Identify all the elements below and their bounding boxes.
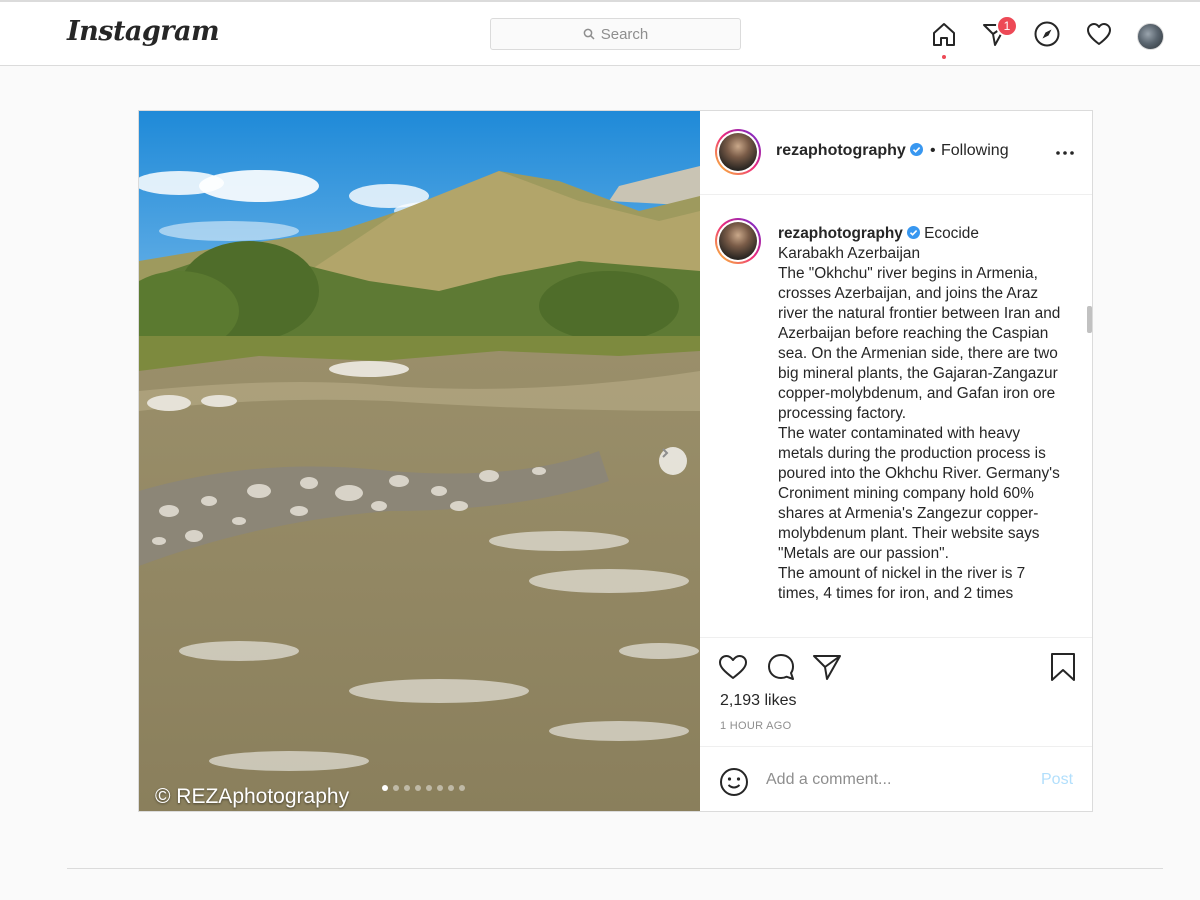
post-card: © REZAphotography rezaphotography • Foll… [138, 110, 1093, 812]
activity-heart-icon[interactable] [1085, 20, 1113, 48]
likes-count[interactable]: 2,193 likes [720, 692, 797, 710]
caption-text-block: rezaphotography Ecocide Karabakh Azerbai… [778, 224, 1068, 604]
caption-text: Ecocide Karabakh Azerbaijan The "Okhchu"… [778, 225, 1061, 602]
search-input[interactable]: Search [490, 18, 741, 50]
river-landscape-image [139, 111, 700, 811]
search-icon [583, 28, 595, 40]
like-heart-icon[interactable] [718, 652, 748, 682]
carousel-next-button[interactable] [659, 447, 687, 475]
carousel-dot [459, 785, 465, 791]
post-details-panel: rezaphotography • Following rezaphotogra… [700, 111, 1092, 811]
carousel-dot [404, 785, 410, 791]
caption-username[interactable]: rezaphotography [778, 225, 903, 242]
carousel-dot [437, 785, 443, 791]
instagram-logo[interactable]: Instagram [67, 16, 220, 47]
save-bookmark-icon[interactable] [1048, 652, 1078, 682]
photo-watermark: © REZAphotography [155, 785, 350, 808]
caption-scrollbar[interactable] [1087, 306, 1092, 333]
post-actions: 2,193 likes 1 HOUR AGO [700, 637, 1092, 747]
author-username-link[interactable]: rezaphotography [776, 142, 923, 160]
profile-avatar[interactable] [1137, 23, 1164, 50]
notification-badge: 1 [996, 15, 1018, 37]
verified-badge-icon [909, 143, 923, 156]
carousel-dot [448, 785, 454, 791]
comment-icon[interactable] [766, 652, 796, 682]
active-page-indicator [942, 55, 946, 59]
emoji-icon[interactable] [719, 767, 749, 797]
explore-icon[interactable] [1033, 20, 1061, 48]
author-avatar[interactable] [715, 129, 761, 175]
home-icon[interactable] [930, 20, 958, 48]
carousel-dot [426, 785, 432, 791]
author-username: rezaphotography [776, 142, 906, 159]
separator-dot: • [930, 142, 936, 159]
post-header: rezaphotography • Following [700, 111, 1092, 195]
carousel-dot [382, 785, 388, 791]
caption-author-avatar[interactable] [715, 218, 761, 264]
post-timestamp[interactable]: 1 HOUR AGO [720, 720, 791, 732]
share-icon[interactable] [812, 652, 842, 682]
footer-divider [67, 868, 1163, 869]
comment-input[interactable]: Add a comment... [766, 771, 891, 789]
caption-area: rezaphotography Ecocide Karabakh Azerbai… [700, 196, 1092, 636]
top-navigation-bar: Instagram Search 1 [0, 0, 1200, 66]
add-comment-bar: Add a comment... Post [700, 746, 1092, 811]
post-comment-button[interactable]: Post [1041, 771, 1073, 789]
more-options-icon[interactable] [1056, 151, 1074, 155]
carousel-dot [393, 785, 399, 791]
carousel-dot [415, 785, 421, 791]
following-button[interactable]: Following [941, 142, 1009, 160]
carousel-dots [382, 785, 465, 791]
search-placeholder: Search [600, 25, 649, 43]
chevron-right-icon [662, 448, 669, 458]
post-photo[interactable]: © REZAphotography [139, 111, 700, 811]
verified-badge-icon [906, 226, 920, 239]
